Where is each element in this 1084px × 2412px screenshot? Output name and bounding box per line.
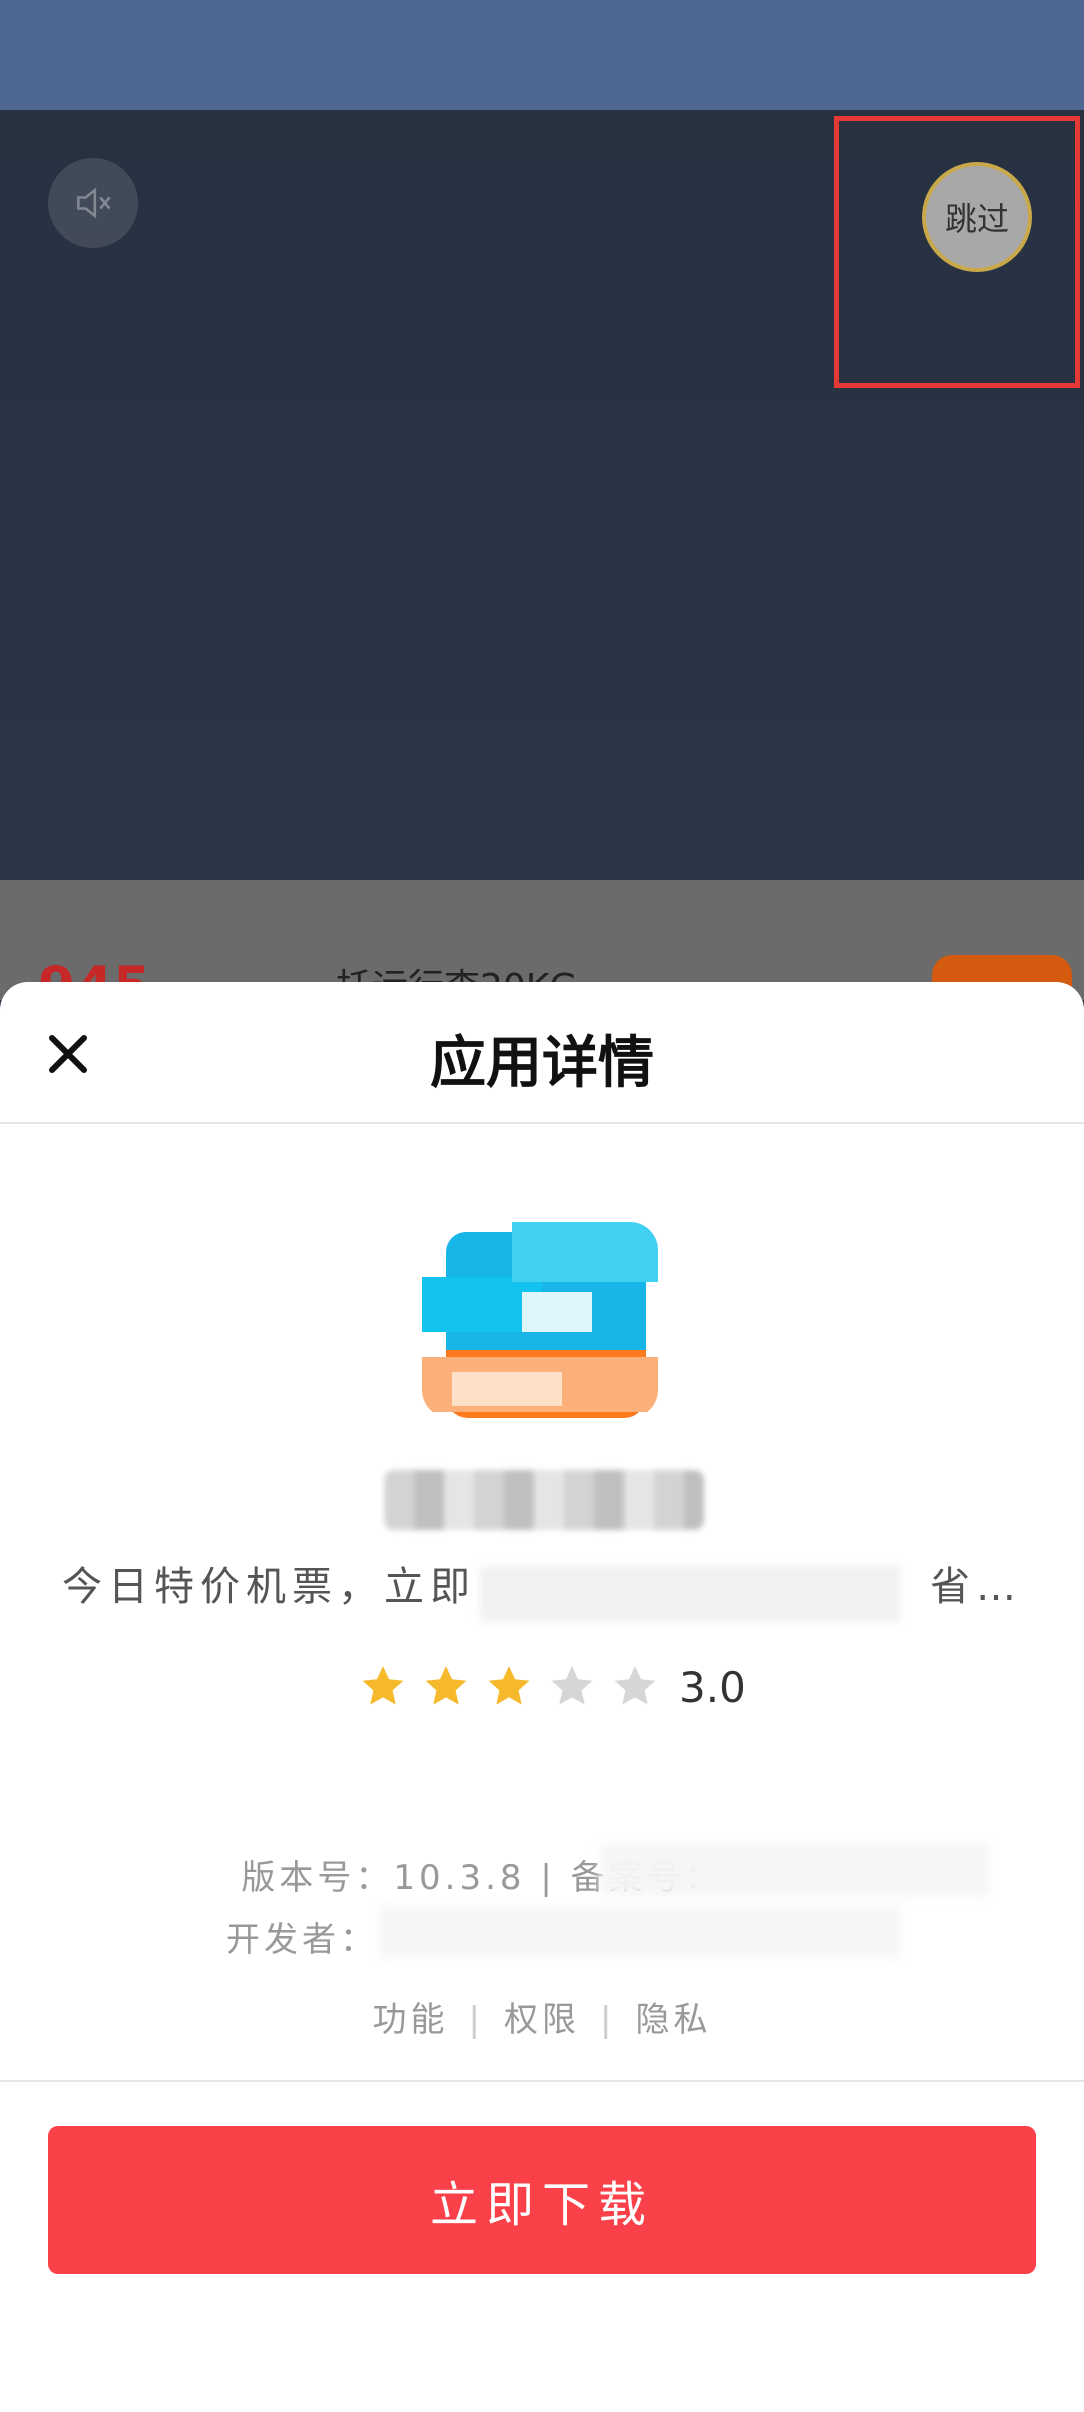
app-detail-sheet: 应用详情 今日特价机票，立即 省… 3.0 版本号：10.3.8 | 备案号： … (0, 982, 1084, 2412)
speaker-muted-icon (77, 187, 111, 219)
star-icon (614, 1666, 656, 1705)
star-icon (488, 1666, 530, 1705)
permissions-link[interactable]: 权限 (504, 2000, 580, 2040)
mute-button[interactable] (48, 158, 138, 248)
sheet-header: 应用详情 (0, 982, 1084, 1124)
ad-top-strip (0, 0, 1084, 110)
link-separator: | (468, 2000, 484, 2040)
app-description-end: 省… (912, 1554, 1022, 1612)
app-rating: 3.0 (358, 1662, 746, 1712)
info-links: 功能 | 权限 | 隐私 (0, 1992, 1084, 2041)
skip-button[interactable]: 跳过 (922, 162, 1032, 272)
version-redaction (600, 1844, 990, 1896)
description-redaction (480, 1566, 900, 1622)
developer-redaction (380, 1906, 900, 1958)
rating-value: 3.0 (679, 1662, 746, 1712)
star-icon (551, 1666, 593, 1705)
footer-divider (0, 2080, 1084, 2082)
star-icon (425, 1666, 467, 1705)
sheet-title: 应用详情 (430, 1031, 654, 1096)
app-name-redaction (384, 1470, 704, 1530)
download-button[interactable]: 立即下载 (48, 2126, 1036, 2274)
app-detail-screen: 跳过 945 托运行李20KG 应用详情 今日特价机票，立即 省… (0, 0, 1084, 2412)
star-icon (362, 1666, 404, 1705)
privacy-link[interactable]: 隐私 (635, 2000, 711, 2040)
app-name (384, 1470, 704, 1530)
app-icon (422, 1222, 658, 1418)
link-separator: | (600, 2000, 616, 2040)
features-link[interactable]: 功能 (373, 2000, 449, 2040)
